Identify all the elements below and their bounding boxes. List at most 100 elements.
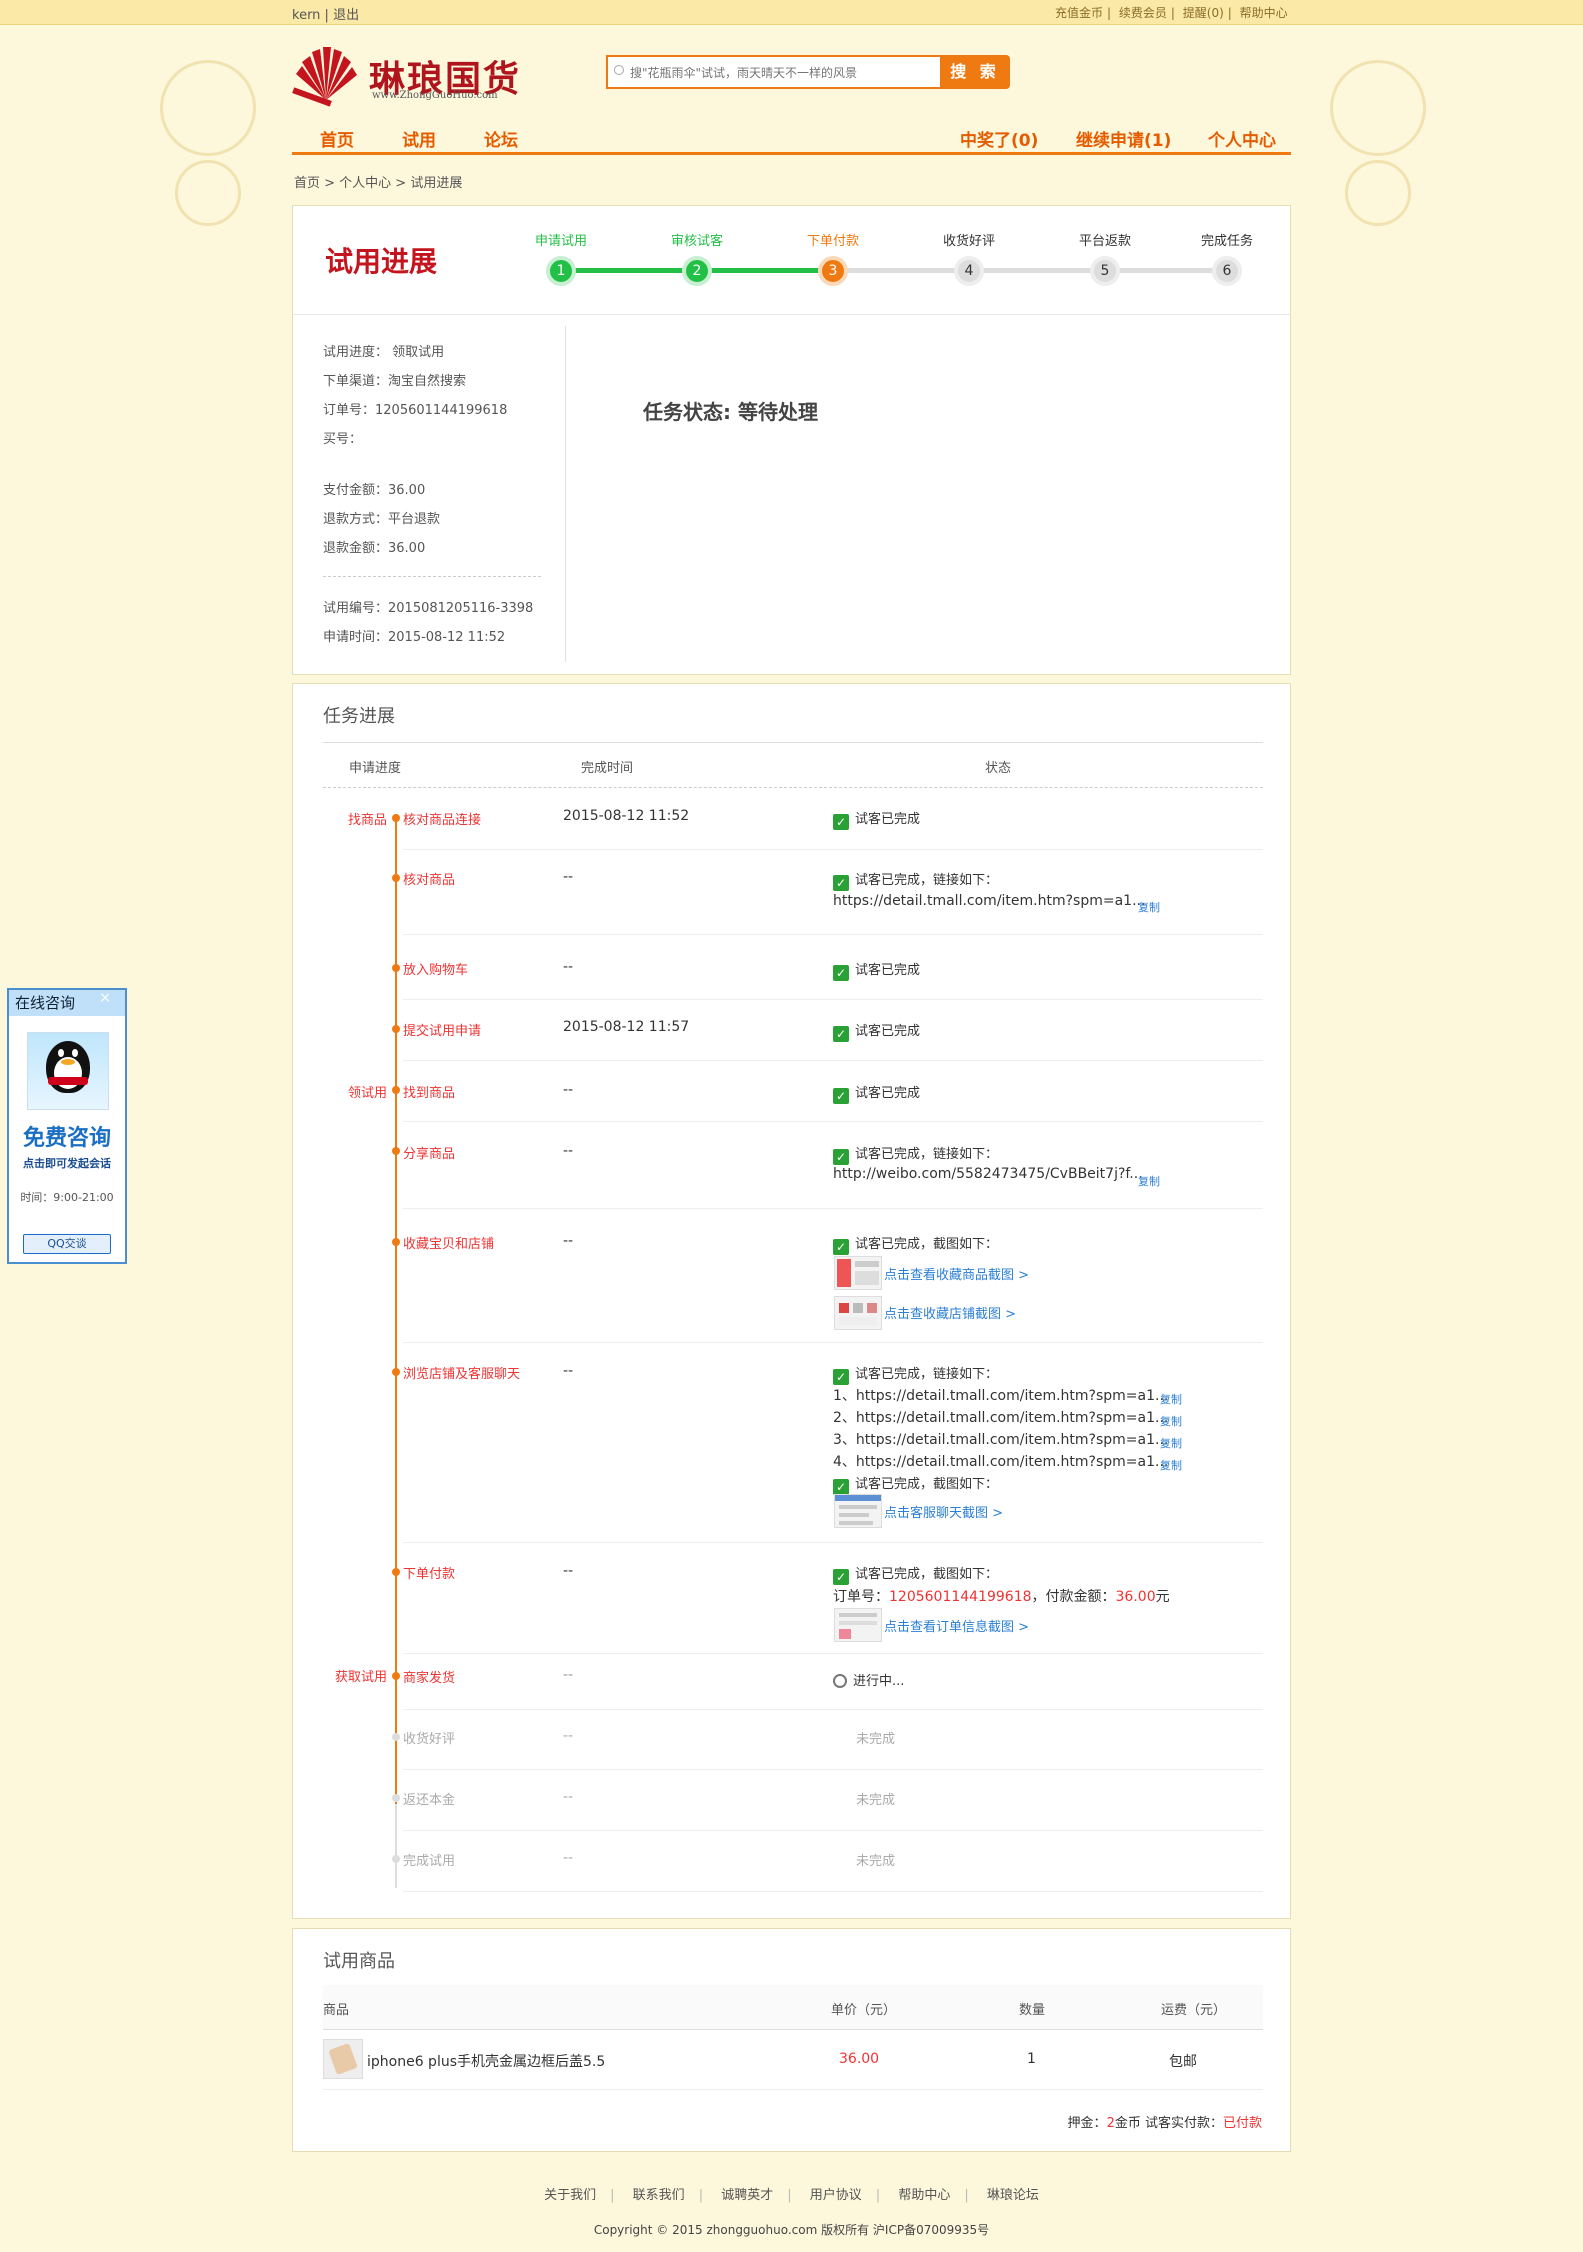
qq-chat-button[interactable]: QQ交谈	[23, 1234, 111, 1254]
info-order-no: 订单号：1205601144199618	[323, 403, 508, 418]
share-link[interactable]: http://weibo.com/5582473475/CvBBeit7j?f.…	[833, 1166, 1143, 1182]
task-time: --	[563, 1363, 574, 1379]
top-links: 充值金币 | 续费会员 | 提醒(0) | 帮助中心	[1055, 6, 1288, 20]
page-title: 试用进展	[325, 245, 438, 278]
copyright: Copyright © 2015 zhongguohuo.com 版权所有 沪I…	[593, 2223, 990, 2237]
view-order-shot-link[interactable]: 点击查看订单信息截图 >	[884, 1616, 1029, 1635]
footer-help[interactable]: 帮助中心	[898, 2188, 950, 2203]
decor-swirl	[1330, 60, 1426, 156]
task-time: --	[563, 1728, 574, 1744]
step-circle-3: 3	[818, 256, 848, 286]
view-fav-product-shot-link[interactable]: 点击查看收藏商品截图 >	[884, 1264, 1029, 1283]
row-divider	[403, 1121, 1263, 1122]
screenshot-thumbnail[interactable]	[834, 1608, 882, 1642]
screenshot-thumbnail[interactable]	[834, 1494, 882, 1528]
task-time: --	[563, 869, 574, 885]
status-text: 进行中...	[853, 1674, 905, 1689]
view-fav-shop-shot-link[interactable]: 点击查收藏店铺截图 >	[884, 1303, 1016, 1322]
task-status-cell: ✓ 试客已完成，链接如下：	[833, 1143, 998, 1165]
product-link[interactable]: https://detail.tmall.com/item.htm?spm=a1…	[833, 893, 1145, 909]
task-status-cell: ✓ 试客已完成，链接如下：	[833, 1363, 998, 1385]
product-shipping: 包邮	[1169, 2054, 1197, 2070]
task-name: 找到商品	[403, 1086, 456, 1101]
reminder-link[interactable]: 提醒(0)	[1183, 6, 1224, 20]
task-status-cell: ✓ 试客已完成	[833, 1082, 920, 1104]
browse-link-4[interactable]: 4、https://detail.tmall.com/item.htm?spm=…	[833, 1451, 1168, 1471]
screenshot-thumbnail[interactable]	[834, 1296, 882, 1330]
logout-link[interactable]: 退出	[333, 8, 359, 23]
user-links: kern | 退出	[292, 8, 360, 23]
recharge-link[interactable]: 充值金币	[1055, 6, 1103, 20]
footer-links: 关于我们 | 联系我们 | 诚聘英才 | 用户协议 | 帮助中心 | 琳琅论坛	[544, 2188, 1039, 2203]
help-center-link[interactable]: 帮助中心	[1240, 6, 1288, 20]
copy-link[interactable]: 复制	[1160, 1457, 1182, 1473]
task-time: --	[563, 959, 574, 975]
top-bar: kern | 退出 充值金币 | 续费会员 | 提醒(0) | 帮助中心	[0, 0, 1583, 25]
close-icon[interactable]: ×	[99, 990, 111, 1006]
footer-jobs[interactable]: 诚聘英才	[721, 2188, 773, 2203]
search-input[interactable]	[628, 57, 932, 89]
timeline-line-pending	[395, 1804, 397, 1888]
view-chat-shot-link[interactable]: 点击客服聊天截图 >	[884, 1502, 1003, 1521]
task-time: --	[563, 1789, 574, 1805]
info-buyer: 买号：	[323, 432, 363, 447]
browse-link-1[interactable]: 1、https://detail.tmall.com/item.htm?spm=…	[833, 1385, 1168, 1405]
row-divider	[403, 1342, 1263, 1343]
task-status-cell: 未完成	[856, 1793, 896, 1808]
tasks-title: 任务进展	[323, 706, 395, 727]
footer-agreement[interactable]: 用户协议	[810, 2188, 862, 2203]
nav-personal-center[interactable]: 个人中心	[1208, 126, 1276, 151]
copy-link[interactable]: 复制	[1160, 1391, 1182, 1407]
footer-contact[interactable]: 联系我们	[633, 2188, 685, 2203]
check-icon: ✓	[833, 1239, 849, 1255]
qq-penguin-icon	[27, 1032, 109, 1110]
consult-sub: 点击即可发起会话	[23, 1157, 111, 1170]
divider	[565, 326, 566, 662]
nav-won[interactable]: 中奖了(0)	[960, 126, 1038, 151]
info-trial-no: 试用编号：2015081205116-3398	[323, 601, 534, 616]
task-status-cell: ✓ 试客已完成	[833, 808, 920, 830]
nav-forum[interactable]: 论坛	[484, 126, 518, 151]
search-button[interactable]: 搜 索	[940, 55, 1010, 89]
product-name[interactable]: iphone6 plus手机壳金属边框后盖5.5	[367, 2051, 605, 2071]
check-icon: ✓	[833, 1088, 849, 1104]
check-icon: ✓	[833, 965, 849, 981]
timeline-dot	[392, 1025, 400, 1033]
nav-trial[interactable]: 试用	[402, 126, 436, 151]
copy-link[interactable]: 复制	[1160, 1435, 1182, 1451]
renew-vip-link[interactable]: 续费会员	[1119, 6, 1167, 20]
timeline-dot	[392, 964, 400, 972]
timeline-dot	[392, 1794, 400, 1802]
search-box	[606, 55, 940, 89]
check-icon: ✓	[833, 1149, 849, 1165]
copy-link[interactable]: 复制	[1138, 1173, 1160, 1189]
browse-link-2[interactable]: 2、https://detail.tmall.com/item.htm?spm=…	[833, 1407, 1168, 1427]
status-text: 试客已完成	[855, 963, 921, 978]
row-divider	[403, 1653, 1263, 1654]
timeline-dot	[392, 1147, 400, 1155]
info-refund-amount: 退款金额：36.00	[323, 541, 426, 556]
online-consult-widget: 在线咨询 × 免费咨询 点击即可发起会话 时间：9:00-21:00 QQ交谈	[7, 988, 127, 1264]
step-circle-4: 4	[954, 256, 984, 286]
nav-home[interactable]: 首页	[320, 126, 354, 151]
task-time: 2015-08-12 11:57	[563, 1019, 690, 1035]
order-info-line: 订单号：1205601144199618，付款金额：36.00元	[833, 1589, 1170, 1605]
fan-logo-icon[interactable]	[292, 40, 360, 108]
browse-link-3[interactable]: 3、https://detail.tmall.com/item.htm?spm=…	[833, 1429, 1168, 1449]
product-thumbnail[interactable]	[323, 2039, 363, 2079]
screenshot-thumbnail[interactable]	[834, 1256, 882, 1290]
task-time: 2015-08-12 11:52	[563, 808, 690, 824]
stage-obtain-trial: 获取试用	[334, 1670, 387, 1685]
footer-forum[interactable]: 琳琅论坛	[987, 2188, 1039, 2203]
copy-link[interactable]: 复制	[1160, 1413, 1182, 1429]
check-icon: ✓	[833, 1479, 849, 1495]
nav-continue-apply[interactable]: 继续申请(1)	[1076, 126, 1171, 151]
footer-about[interactable]: 关于我们	[544, 2188, 596, 2203]
task-status-cell: ✓ 试客已完成	[833, 1020, 920, 1042]
copy-link[interactable]: 复制	[1138, 899, 1160, 915]
task-name: 浏览店铺及客服聊天	[403, 1367, 521, 1382]
check-icon: ✓	[833, 1369, 849, 1385]
main-nav: 首页 试用 论坛 中奖了(0) 继续申请(1) 个人中心	[292, 122, 1291, 155]
username-link[interactable]: kern	[292, 8, 320, 23]
task-time: --	[563, 1850, 574, 1866]
